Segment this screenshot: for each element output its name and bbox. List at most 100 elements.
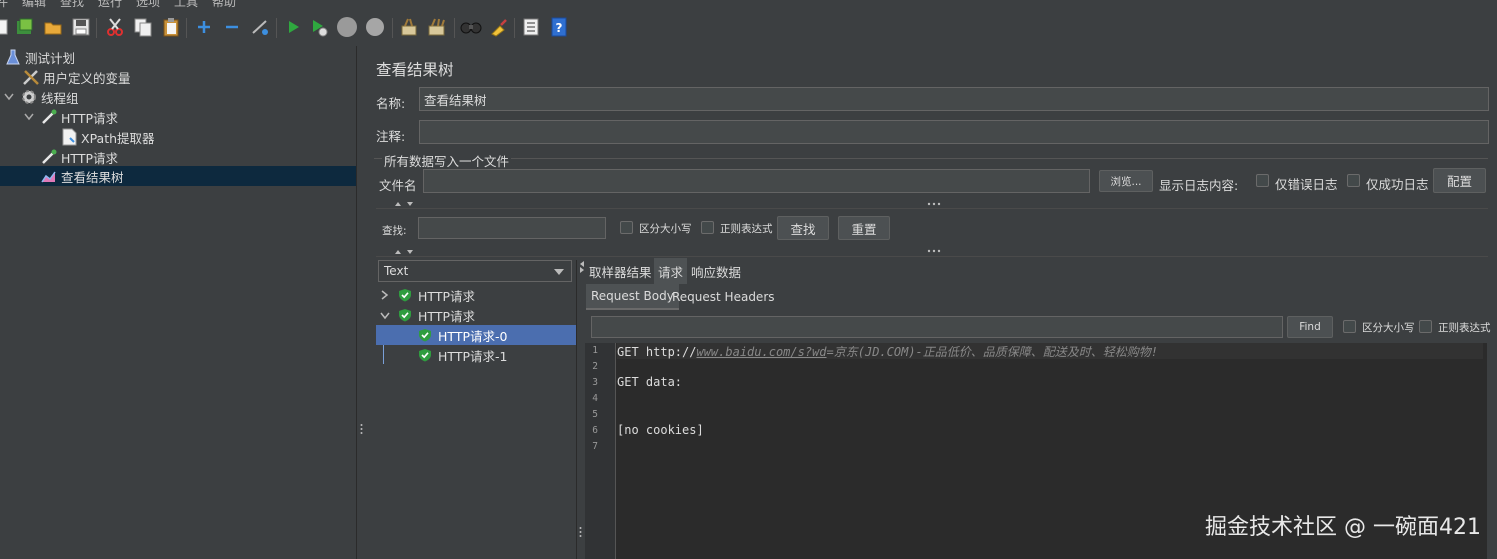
tab-request[interactable]: 请求 xyxy=(654,258,688,284)
comment-input[interactable] xyxy=(419,120,1489,144)
tree-item-xpath-extractor[interactable]: XPath提取器 xyxy=(0,127,356,147)
results-splitter[interactable] xyxy=(576,260,585,559)
reset-button[interactable]: 重置 xyxy=(838,216,890,240)
paste-icon[interactable] xyxy=(160,16,182,38)
clear-icon[interactable] xyxy=(398,16,420,38)
name-input[interactable]: 查看结果树 xyxy=(419,87,1489,111)
search-icon[interactable] xyxy=(460,16,482,38)
collapse-icon[interactable] xyxy=(221,16,243,38)
shield-check-icon xyxy=(419,349,431,362)
code-url[interactable]: www.baidu.com/s?wd xyxy=(696,345,826,359)
results-tabs: 取样器结果 请求 响应数据 xyxy=(585,258,1485,284)
drag-handle-icon[interactable] xyxy=(579,526,582,538)
drag-handle-icon[interactable] xyxy=(927,202,941,206)
expand-icon[interactable] xyxy=(193,16,215,38)
menu-edit[interactable]: 编辑 xyxy=(22,0,46,8)
errors-only-checkbox[interactable] xyxy=(1256,174,1269,187)
tree-item-label: HTTP请求 xyxy=(61,150,118,166)
menu-help[interactable]: 帮助 xyxy=(212,0,236,8)
body-find-button[interactable]: Find xyxy=(1287,316,1333,338)
shutdown-icon[interactable] xyxy=(364,16,386,38)
clear-all-icon[interactable] xyxy=(426,16,448,38)
tree-item-http-request[interactable]: HTTP请求 xyxy=(0,107,356,127)
copy-icon[interactable] xyxy=(132,16,154,38)
tree-item-view-results-tree[interactable]: 查看结果树 xyxy=(0,166,356,186)
code-text: GET http:// xyxy=(617,345,697,359)
menu-run[interactable]: 运行 xyxy=(98,0,122,8)
tab-response-data[interactable]: 响应数据 xyxy=(687,258,745,284)
save-icon[interactable] xyxy=(70,16,92,38)
tab-request-headers[interactable]: Request Headers xyxy=(667,284,780,310)
menu-options[interactable]: 选项 xyxy=(136,0,160,8)
view-results-tree-panel: 查看结果树 名称: 查看结果树 注释: 所有数据写入一个文件 文件名 浏览...… xyxy=(366,46,1497,559)
tree-item-label: HTTP请求 xyxy=(61,110,118,126)
tree-item-label: 查看结果树 xyxy=(61,169,124,185)
body-regex-label: 正则表达式 xyxy=(1438,322,1491,334)
body-regex-checkbox[interactable] xyxy=(1419,320,1432,333)
menu-tools[interactable]: 工具 xyxy=(174,0,198,8)
toggle-icon[interactable] xyxy=(249,16,271,38)
line-number-gutter: 1 2 3 4 5 6 7 xyxy=(585,343,616,559)
gear-icon xyxy=(20,88,38,106)
configure-button[interactable]: 配置 xyxy=(1433,168,1486,193)
line-number: 5 xyxy=(592,409,598,420)
search-input[interactable] xyxy=(418,217,606,239)
code-line: GET http://www.baidu.com/s?wd=京东(JD.COM)… xyxy=(617,343,1483,359)
results-item[interactable]: HTTP请求 xyxy=(376,305,576,325)
cut-icon[interactable] xyxy=(104,16,126,38)
line-number: 6 xyxy=(592,425,598,436)
function-helper-icon[interactable] xyxy=(520,16,542,38)
wrench-icon xyxy=(22,68,40,86)
new-icon[interactable] xyxy=(0,16,12,38)
body-search-input[interactable] xyxy=(591,316,1283,338)
chevron-down-icon[interactable] xyxy=(2,90,16,104)
case-sensitive-label: 区分大小写 xyxy=(639,223,692,235)
code-text: =京东(JD.COM)-正品低价、品质保障、配送及时、轻松购物! xyxy=(826,345,1159,359)
tab-sampler-result[interactable]: 取样器结果 xyxy=(585,258,656,284)
success-only-checkbox[interactable] xyxy=(1347,174,1360,187)
templates-icon[interactable] xyxy=(14,16,36,38)
chevron-right-icon[interactable] xyxy=(380,290,390,300)
regex-label: 正则表达式 xyxy=(720,223,773,235)
watermark: 掘金技术社区 @ 一碗面421 xyxy=(1205,515,1481,540)
shield-check-icon xyxy=(399,289,411,302)
collapse-arrows-icon[interactable] xyxy=(394,201,416,207)
case-sensitive-checkbox[interactable] xyxy=(620,221,633,234)
tree-item-thread-group[interactable]: 线程组 xyxy=(0,87,356,107)
results-item-selected[interactable]: HTTP请求-0 xyxy=(376,325,576,345)
menu-file[interactable]: 件 xyxy=(0,0,8,8)
start-icon[interactable] xyxy=(282,16,304,38)
filename-input[interactable] xyxy=(423,169,1090,193)
open-icon[interactable] xyxy=(42,16,64,38)
regex-checkbox[interactable] xyxy=(701,221,714,234)
tree-item-http-request[interactable]: HTTP请求 xyxy=(0,147,356,167)
drag-handle-icon[interactable] xyxy=(927,249,941,253)
help-icon[interactable]: ? xyxy=(548,16,570,38)
stop-icon[interactable] xyxy=(336,16,358,38)
tab-request-body[interactable]: Request Body xyxy=(586,284,679,310)
start-no-pause-icon[interactable] xyxy=(308,16,330,38)
line-number: 3 xyxy=(592,377,598,388)
reset-search-icon[interactable] xyxy=(488,16,510,38)
menu-search[interactable]: 查找 xyxy=(60,0,84,8)
browse-button[interactable]: 浏览... xyxy=(1099,170,1153,192)
file-section-label: 所有数据写入一个文件 xyxy=(382,151,512,170)
chevron-down-icon[interactable] xyxy=(380,310,390,320)
renderer-select[interactable]: Text xyxy=(378,260,572,282)
chevron-down-icon[interactable] xyxy=(22,110,36,124)
body-case-sensitive-checkbox[interactable] xyxy=(1343,320,1356,333)
results-item[interactable]: HTTP请求-1 xyxy=(376,345,576,365)
tree-item-label: 用户定义的变量 xyxy=(43,70,131,86)
tree-item-label: XPath提取器 xyxy=(81,130,155,146)
tree-item-test-plan[interactable]: 测试计划 xyxy=(0,47,356,67)
tree-item-user-variables[interactable]: 用户定义的变量 xyxy=(0,67,356,87)
flask-icon xyxy=(4,48,22,66)
errors-only-label: 仅错误日志 xyxy=(1275,177,1338,192)
collapse-arrows-icon[interactable] xyxy=(394,249,416,255)
panel-splitter[interactable] xyxy=(356,46,366,559)
tree-item-label: 线程组 xyxy=(41,90,79,106)
filename-label: 文件名 xyxy=(379,178,417,193)
results-item-label: HTTP请求-1 xyxy=(438,348,508,364)
results-item[interactable]: HTTP请求 xyxy=(376,285,576,305)
find-button[interactable]: 查找 xyxy=(777,216,829,240)
